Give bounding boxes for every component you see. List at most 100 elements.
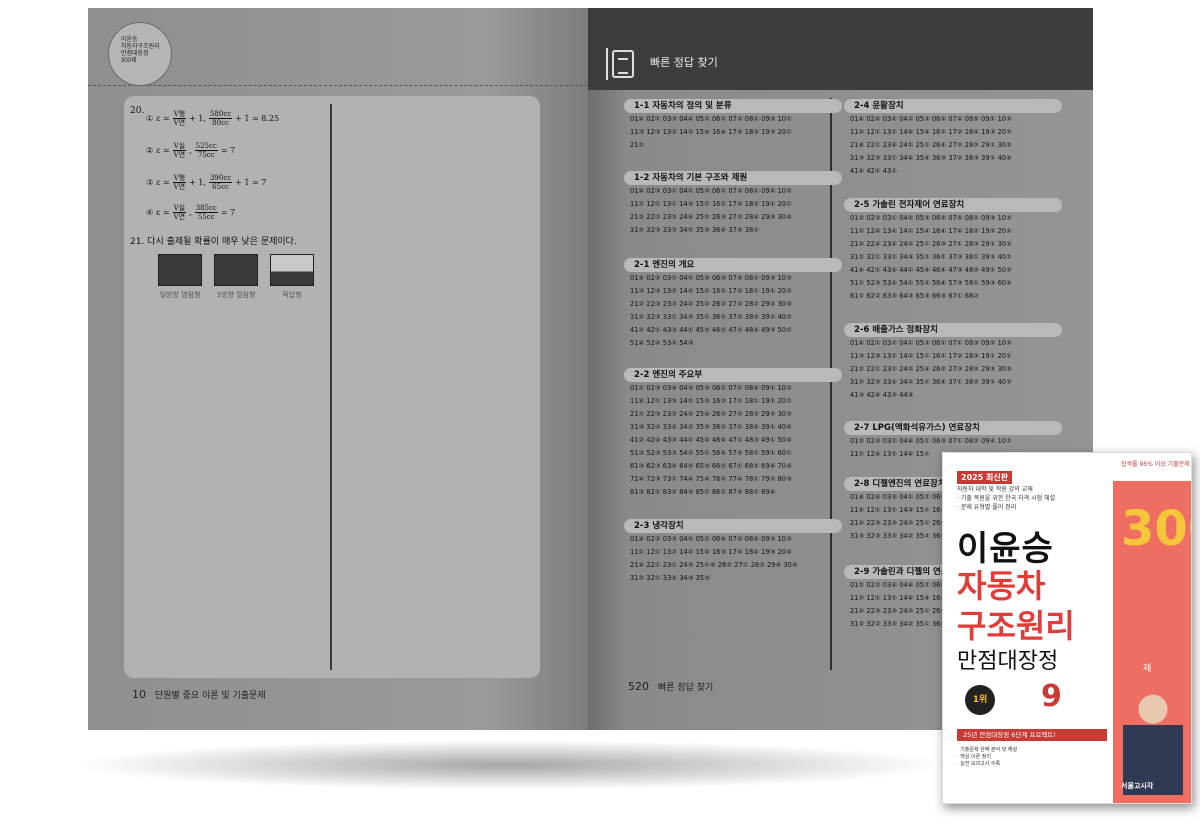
answer-line: 31② 32③ 33① 34③ 35① 36① 37② 38② 39② 40②	[630, 313, 792, 321]
equation-prefix: ε =	[156, 114, 170, 123]
denominator: V연	[173, 183, 186, 191]
section-title: 2-3 냉각장치	[624, 519, 842, 533]
numerator: V실	[172, 204, 187, 213]
answer-line: 01② 02③ 03① 04④ 05① 06③ 07① 08② 09④ 10①	[850, 437, 1012, 445]
cover-300-number: 300	[1121, 501, 1191, 557]
equation-prefix: ε =	[156, 146, 170, 155]
operator: ,	[189, 146, 192, 155]
page-title: 빠른 정답 찾기	[650, 56, 718, 69]
answer-section: 1-2 자동차의 기본 구조와 제원 01④ 02③ 03① 04① 05③ 06…	[624, 171, 842, 237]
answer-line: 31③ 32③ 33① 34④ 35④ 36③ 37② 38③ 39① 40④	[850, 154, 1012, 162]
question-21-text: 21. 다시 출제될 확률이 매우 낮은 문제이다.	[130, 237, 297, 247]
truck-image	[158, 254, 202, 286]
numerator: 580cc	[208, 110, 233, 119]
footer-text: 단원별 중요 이론 및 기출문제	[154, 691, 266, 701]
denominator: V연	[173, 151, 186, 159]
numerator: 525cc	[194, 142, 218, 151]
choice-marker: ②	[146, 146, 154, 155]
denominator: 65cc	[212, 183, 229, 191]
cover-300-suffix: 제	[1143, 664, 1152, 674]
answer-line: 21② 22① 23① 24② 25④ 26② 27③ 28④ 29③ 30③	[850, 365, 1012, 373]
numerator: V행	[172, 110, 187, 119]
book-shadow	[70, 740, 950, 790]
denominator: V연	[173, 119, 186, 127]
column-divider	[330, 104, 332, 670]
operator: ,	[189, 208, 192, 217]
answer-line: 31③ 32② 33④ 34② 35③ 36② 37① 38④ 39① 40④	[630, 423, 792, 431]
choice-marker: ①	[146, 114, 154, 123]
answer-section: 2-6 배출가스 정화장치 01④ 02① 03② 04① 05③ 06① 07①…	[844, 323, 1062, 402]
cover-tagline: 자동차 대학 및 학원 강의 교재 · 기출 복원을 위한 한국 자격 시험 해…	[957, 485, 1097, 512]
equation-line: ① ε = V행 V연 + 1, 580cc 80cc + 1 = 8.25	[146, 110, 279, 127]
question-number: 20.	[130, 106, 145, 116]
answer-line: 01④ 02① 03③ 04④ 05② 06② 07③ 08① 09③ 10①	[630, 115, 792, 123]
answer-line: 11③ 12③ 13② 14② 15① 16① 17② 18① 19① 20②	[630, 287, 792, 295]
answer-line: 01④ 02④ 03④ 04② 05③ 06② 07④ 08⑤ 09① 10③	[850, 115, 1012, 123]
notebook-icon	[612, 50, 634, 78]
answer-line: 01④ 02② 03① 04① 05③ 06③ 07③ 08① 09③ 10③	[630, 274, 792, 282]
page-number: 10	[132, 688, 146, 701]
equation-prefix: ε =	[156, 208, 170, 217]
fraction: V실 V연	[172, 204, 187, 221]
answer-line: 41④ 42① 43②	[850, 167, 898, 175]
equation-line: ③ ε = V행 V연 + 1, 390cc 65cc + 1 = 7	[146, 174, 266, 191]
denominator: 55cc	[197, 213, 215, 221]
answer-line: 21② 22④ 23④ 24② 25① 26③ 27① 28③ 29① 30②	[850, 240, 1012, 248]
answer-line: 11② 12① 13② 14④ 15④ 16② 17② 18④ 19③ 20③	[850, 128, 1012, 136]
edition-number: 9	[1041, 679, 1062, 714]
tagline-line: · 문제 유형별 풀이 정리	[957, 504, 1017, 511]
badge-line: 300제	[121, 58, 137, 64]
page-number: 520	[628, 680, 649, 693]
answer-line: 21① 22③ 23② 24② 25④ 26② 27② 28② 29② 30③	[630, 410, 792, 418]
section-title: 1-2 자동차의 기본 구조와 제원	[624, 171, 842, 185]
choice-marker: ③	[146, 178, 154, 187]
equation-line: ④ ε = V실 V연 , 385cc 55cc = 7	[146, 204, 235, 221]
answer-line: 11② 12④ 13④ 14① 15④ 16④ 17④ 18② 19② 20②	[850, 227, 1012, 235]
section-title: 2-1 엔진의 개요	[624, 258, 842, 272]
answer-line: 21④ 22① 23④ 24① 25① 26④ 27② 28② 29① 30②	[850, 141, 1012, 149]
fraction: 580cc 80cc	[208, 110, 233, 127]
answer-line: 11① 12① 13② 14② 15④ 16③ 17④ 18④ 19③ 20④	[630, 548, 792, 556]
denominator: 80cc	[212, 119, 229, 127]
answer-line: 41② 42④ 43③ 44① 45④ 46④ 47① 48③ 49① 50④	[630, 436, 792, 444]
answer-section: 2-1 엔진의 개요 01④ 02② 03① 04① 05③ 06③ 07③ 08…	[624, 258, 842, 350]
badge-line: 이윤승	[121, 37, 138, 43]
answer-section: 2-4 윤활장치 01④ 02④ 03④ 04② 05③ 06② 07④ 08⑤ …	[844, 99, 1062, 178]
edition-badge: 2025 최신판	[957, 471, 1013, 484]
answer-line: 41② 42① 43③ 44① 45② 46② 47② 48④ 49③ 50①	[630, 326, 792, 334]
cover-corner-text: 합격률 95% 이상 기출문제	[1121, 461, 1190, 468]
fraction: V실 V연	[172, 142, 187, 159]
answer-line: 11③ 12③ 13② 14② 15① 16① 17② 18③ 19① 20①	[850, 352, 1012, 360]
cover-bullets: · 기출문제 완벽 분석 및 해설 · 핵심 이론 정리 · 실전 모의고사 수…	[957, 747, 1107, 768]
numerator: V실	[172, 142, 187, 151]
answer-line: 21② 22② 23② 24④ 25② 26③ 27② 28④ 29③ 30④	[630, 213, 792, 221]
numerator: 385cc	[194, 204, 218, 213]
page-header: 빠른 정답 찾기	[588, 8, 1093, 90]
cover-banner: 25년 만점대장정 6단계 프로젝트!	[957, 729, 1107, 741]
equation-result: = 7	[220, 208, 236, 217]
section-title: 2-7 LPG(액화석유가스) 연료장치	[844, 421, 1062, 435]
answer-line: 51④ 52④ 53② 54③	[630, 339, 694, 347]
numerator: 390cc	[208, 174, 233, 183]
choice-marker: ④	[146, 208, 154, 217]
series-badge: 이윤승 자동차구조원리 만점대장정 300제	[108, 22, 172, 86]
answer-line: 11③ 12③ 13② 14② 15④ 16④ 17③ 18③ 19③ 20①	[630, 128, 792, 136]
answer-explanation-box: 20. ① ε = V행 V연 + 1, 580cc 80cc + 1 = 8.25…	[124, 96, 540, 678]
answer-line: 41④ 42① 43④ 44① 45④ 46④ 47③ 48② 49① 50②	[850, 266, 1012, 274]
truck-image	[214, 254, 258, 286]
operator: + 1,	[189, 114, 206, 123]
numerator: V행	[172, 174, 187, 183]
truck-caption: 픽업형	[282, 291, 302, 299]
book-spread-scene: 이윤승 자동차구조원리 만점대장정 300제 20. ① ε = V행 V연 + …	[0, 0, 1200, 837]
answer-section: 1-1 자동차의 정의 및 분류 01④ 02① 03③ 04④ 05② 06② …	[624, 99, 842, 152]
answer-line: 01② 02③ 03① 04② 05③ 06② 07④ 08② 09③ 10③	[850, 214, 1012, 222]
bullet-line: · 실전 모의고사 수록	[957, 761, 1001, 767]
equation-result: + 1 = 7	[235, 178, 267, 187]
equation-line: ② ε = V실 V연 , 525cc 75cc = 7	[146, 142, 235, 159]
footer-text: 빠른 정답 찾기	[657, 683, 714, 693]
answer-line: 21④ 22① 23① 24③ 25①④ 26② 27① 28② 29④ 30④	[630, 561, 798, 569]
answer-line: 41③ 42④ 43③ 44③	[850, 391, 914, 399]
answer-section: 2-5 가솔린 전자제어 연료장치 01② 02③ 03① 04② 05③ 06②…	[844, 198, 1062, 303]
answer-line: 51③ 52③ 53③ 54② 55① 56④ 57③ 58① 59① 60①	[630, 449, 792, 457]
answer-line: 61③ 62③ 63④ 64② 65③ 66② 67① 68② 69④ 70④	[630, 462, 792, 470]
